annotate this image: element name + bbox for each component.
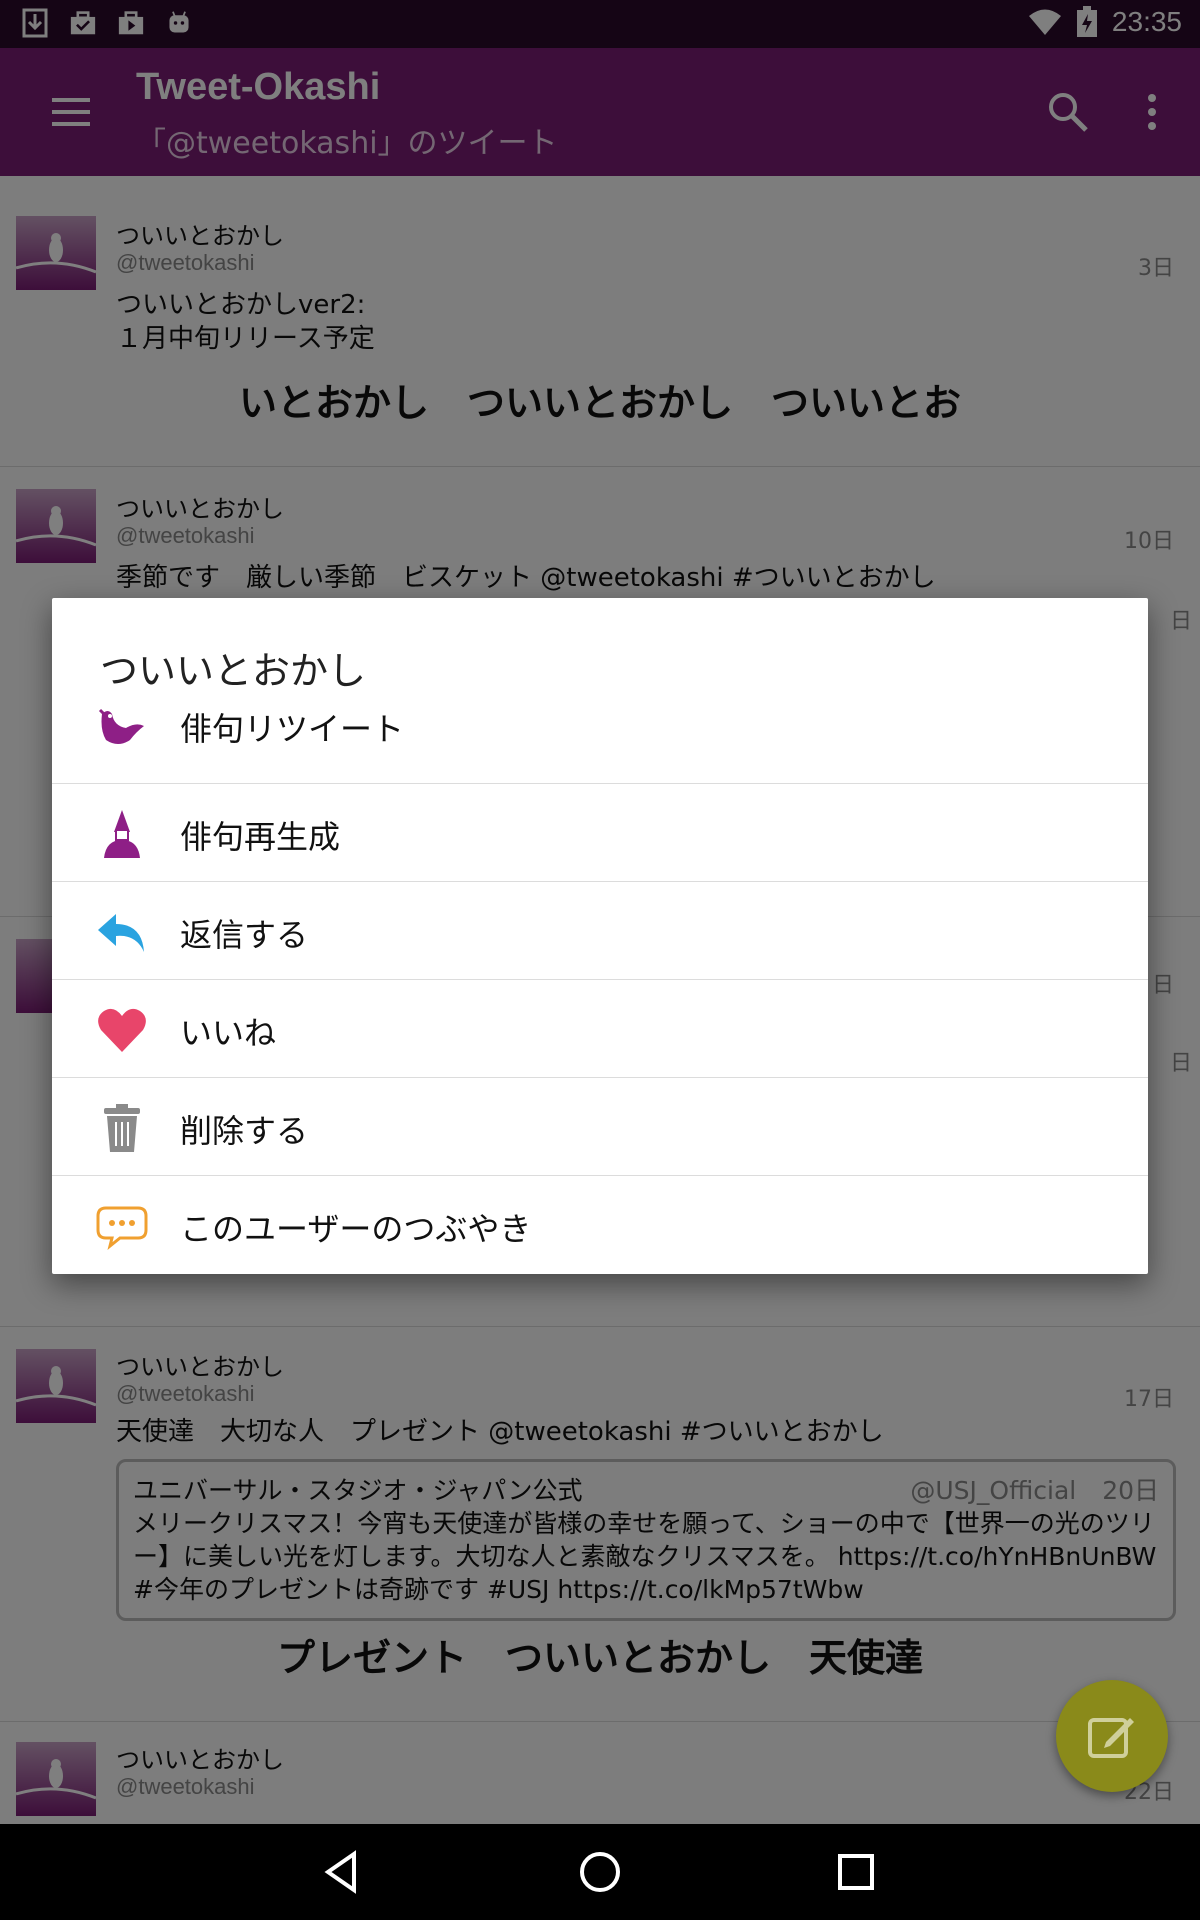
bird-icon [98,708,144,744]
trash-icon [104,1104,140,1152]
chat-bubble-icon [96,1206,148,1250]
menu-item-label: 俳句リツイート [180,710,405,748]
menu-item-like[interactable]: いいね [52,980,1148,1078]
menu-item-reply[interactable]: 返信する [52,882,1148,980]
menu-item-delete[interactable]: 削除する [52,1078,1148,1176]
system-nav-bar [0,1824,1200,1920]
menu-item-label: 俳句再生成 [180,818,341,856]
menu-item-haiku-regenerate[interactable]: 俳句再生成 [52,784,1148,882]
back-icon[interactable] [320,1848,368,1896]
menu-item-label: いいね [180,1014,277,1052]
tweet-action-dialog: ついいとおかし 俳句リツイート 俳句再生成 返信する いいね 削除する このユー… [52,598,1148,1274]
menu-item-label: このユーザーのつぶやき [180,1210,532,1248]
menu-item-haiku-retweet[interactable]: 俳句リツイート [52,686,1148,784]
reply-icon [98,914,144,952]
home-icon[interactable] [576,1848,624,1896]
heart-icon [98,1008,146,1052]
menu-item-label: 返信する [180,916,309,954]
menu-item-label: 削除する [180,1112,309,1150]
menu-item-user-tweets[interactable]: このユーザーのつぶやき [52,1176,1148,1274]
recents-icon[interactable] [832,1848,880,1896]
compose-fab[interactable] [1056,1680,1168,1792]
compose-icon [1088,1718,1134,1758]
poet-icon [104,810,140,858]
